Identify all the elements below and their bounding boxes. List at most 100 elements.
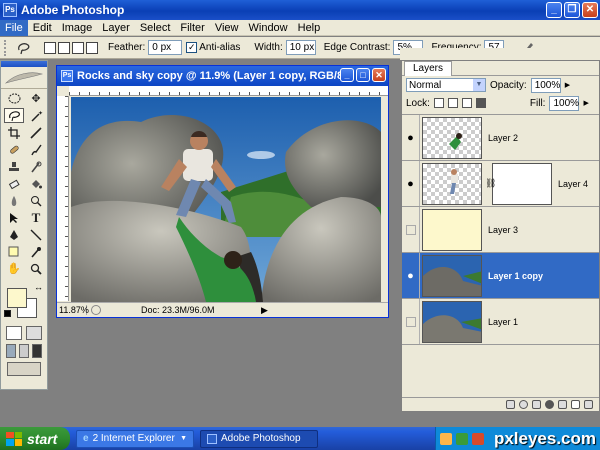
clone-stamp-tool-icon[interactable] (4, 159, 24, 174)
visibility-eye-icon[interactable]: ● (402, 253, 420, 298)
menu-window[interactable]: Window (244, 20, 293, 36)
brush-tool-icon[interactable] (26, 142, 46, 157)
fullscreen-mode-icon[interactable] (32, 344, 43, 358)
adjustment-layer-icon[interactable] (545, 400, 554, 409)
layer-row-layer-3[interactable]: Layer 3 (402, 207, 599, 253)
standard-mode-icon[interactable] (6, 326, 22, 340)
close-button[interactable]: ✕ (582, 2, 598, 18)
intersect-selection-icon[interactable] (86, 41, 98, 54)
link-layers-icon[interactable] (506, 400, 515, 409)
quickmask-mode-icon[interactable] (26, 326, 42, 340)
lasso-tool-icon[interactable] (4, 108, 24, 123)
visibility-toggle-empty[interactable] (402, 207, 420, 252)
path-selection-tool-icon[interactable] (4, 210, 24, 225)
menu-select[interactable]: Select (135, 20, 176, 36)
status-info-icon[interactable] (91, 305, 101, 315)
width-input[interactable]: 10 px (285, 40, 316, 55)
layer-row-layer-1-copy[interactable]: ● Layer 1 copy (402, 253, 599, 299)
image-canvas[interactable] (71, 97, 381, 302)
menu-file[interactable]: File (0, 19, 28, 36)
minimize-button[interactable]: _ (546, 2, 562, 18)
layer-name[interactable]: Layer 3 (488, 225, 518, 235)
standard-screen-mode-icon[interactable] (5, 344, 16, 358)
jump-to-imageready-icon[interactable] (7, 362, 41, 376)
layer-name[interactable]: Layer 2 (488, 133, 518, 143)
paint-bucket-tool-icon[interactable] (26, 176, 46, 191)
fill-arrow-icon[interactable]: ▶ (583, 99, 588, 107)
options-grip[interactable] (4, 39, 8, 56)
swap-colors-icon[interactable]: ↔ (34, 282, 43, 292)
layer-name[interactable]: Layer 1 (488, 317, 518, 327)
feather-input[interactable]: 0 px (148, 40, 183, 55)
foreground-color-swatch[interactable] (7, 288, 27, 308)
opacity-input[interactable]: 100% (530, 77, 561, 93)
menu-edit[interactable]: Edit (28, 20, 57, 36)
layer-name[interactable]: Layer 4 (558, 179, 588, 189)
dodge-tool-icon[interactable] (26, 193, 46, 208)
pen-tool-icon[interactable] (4, 227, 24, 242)
default-colors-icon[interactable] (4, 310, 11, 317)
lock-all-icon[interactable] (475, 98, 486, 108)
layer-row-layer-1[interactable]: Layer 1 (402, 299, 599, 345)
lock-transparency-icon[interactable] (433, 98, 444, 108)
line-tool-icon[interactable] (26, 227, 46, 242)
blur-tool-icon[interactable] (4, 193, 24, 208)
subtract-selection-icon[interactable] (72, 41, 84, 54)
taskbar-photoshop[interactable]: Adobe Photoshop (200, 429, 318, 448)
visibility-eye-icon[interactable]: ● (402, 161, 420, 206)
type-tool-icon[interactable]: T (26, 210, 46, 225)
layer-row-layer-2[interactable]: ● Layer 2 (402, 115, 599, 161)
magnetic-lasso-preset-icon[interactable] (12, 40, 36, 56)
document-titlebar[interactable]: Ps Rocks and sky copy @ 11.9% (Layer 1 c… (57, 66, 388, 86)
fullscreen-menu-mode-icon[interactable] (18, 344, 29, 358)
magic-wand-tool-icon[interactable]: ✦ (26, 108, 46, 123)
doc-close-button[interactable]: ✕ (372, 68, 386, 82)
marquee-tool-icon[interactable] (4, 91, 24, 106)
layer-mask-link-icon[interactable]: ⛓ (485, 178, 496, 189)
eraser-tool-icon[interactable] (4, 176, 24, 191)
feather-logo-icon[interactable] (1, 67, 47, 89)
menu-image[interactable]: Image (57, 20, 98, 36)
zoom-tool-icon[interactable] (26, 261, 46, 276)
vertical-ruler[interactable] (57, 96, 69, 301)
hand-tool-icon[interactable]: ✋ (4, 261, 24, 276)
fill-input[interactable]: 100% (549, 95, 580, 111)
new-layer-icon[interactable] (571, 400, 580, 409)
new-selection-icon[interactable] (44, 41, 56, 54)
opacity-arrow-icon[interactable]: ▶ (565, 81, 570, 89)
eyedropper-tool-icon[interactable] (26, 244, 46, 259)
blend-mode-select[interactable]: Normal ▼ (406, 78, 486, 92)
move-tool-icon[interactable]: ✥ (26, 91, 46, 106)
menu-help[interactable]: Help (293, 20, 326, 36)
crop-tool-icon[interactable] (4, 125, 24, 140)
tray-icon-1[interactable] (440, 432, 452, 445)
layer-row-layer-4[interactable]: ● ⛓ Layer 4 (402, 161, 599, 207)
antialias-checkbox[interactable]: ✓ (186, 42, 198, 53)
zoom-level[interactable]: 11.87% (57, 305, 89, 315)
status-menu-arrow-icon[interactable]: ▶ (261, 305, 268, 316)
doc-minimize-button[interactable]: _ (340, 68, 354, 82)
lock-pixels-icon[interactable] (447, 98, 458, 108)
layer-style-icon[interactable] (519, 400, 528, 409)
trash-icon[interactable] (584, 400, 593, 409)
healing-brush-tool-icon[interactable] (4, 142, 24, 157)
tray-icon-3[interactable] (472, 432, 484, 445)
history-brush-tool-icon[interactable] (26, 159, 46, 174)
taskbar-internet-explorer[interactable]: e 2 Internet Explorer ▼ (76, 429, 194, 448)
add-mask-icon[interactable] (532, 400, 541, 409)
restore-button[interactable]: ❐ (564, 2, 580, 18)
lock-position-icon[interactable] (461, 98, 472, 108)
menu-filter[interactable]: Filter (175, 20, 209, 36)
layers-tab[interactable]: Layers (404, 61, 453, 76)
menu-view[interactable]: View (210, 20, 244, 36)
layer-mask-thumbnail[interactable] (492, 162, 552, 205)
start-button[interactable]: start (0, 427, 70, 450)
slice-tool-icon[interactable] (26, 125, 46, 140)
visibility-eye-icon[interactable]: ● (402, 115, 420, 160)
new-group-icon[interactable] (558, 400, 567, 409)
horizontal-ruler[interactable] (69, 86, 388, 96)
tray-icon-2[interactable] (456, 432, 468, 445)
doc-maximize-button[interactable]: □ (356, 68, 370, 82)
menu-layer[interactable]: Layer (97, 20, 135, 36)
add-selection-icon[interactable] (58, 41, 70, 54)
